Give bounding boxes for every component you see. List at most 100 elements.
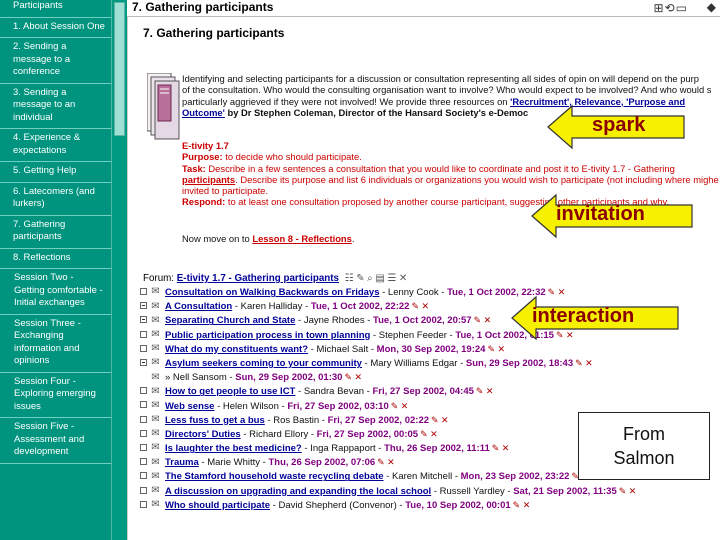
sidebar-item-experience[interactable]: 4. Experience & expectations <box>0 129 111 162</box>
thread-title-link[interactable]: Public participation process in town pla… <box>165 330 370 341</box>
expand-toggle-icon[interactable] <box>140 486 147 494</box>
expand-toggle-icon[interactable] <box>140 387 147 395</box>
sidebar-item-session-two[interactable]: Session Two - Getting comfortable - Init… <box>0 269 111 315</box>
header-title: 7. Gathering participants <box>132 0 274 14</box>
thread-row[interactable]: ✉ » Nell Sansom - Sun, 29 Sep 2002, 01:30… <box>140 370 720 384</box>
sidebar-item-about-session-one[interactable]: 1. About Session One <box>0 18 111 38</box>
thread-action-icons[interactable]: ✎ ✕ <box>575 358 593 368</box>
thread-author: - Michael Salt - <box>308 343 377 355</box>
forum-tools-icons[interactable]: ☷ ✎ ⌕ ▤ ☰ ✕ <box>345 273 407 284</box>
thread-title-link[interactable]: Web sense <box>165 401 214 412</box>
thread-title-link[interactable]: Directors' Duties <box>165 429 241 440</box>
thread-action-icons[interactable]: ✎ ✕ <box>411 301 429 311</box>
thread-action-icons[interactable]: ✎ ✕ <box>377 457 395 467</box>
thread-title-link[interactable]: Less fuss to get a bus <box>165 415 265 426</box>
thread-title-link[interactable]: Asylum seekers coming to your community <box>165 358 362 369</box>
message-envelope-icon: ✉ <box>151 414 160 426</box>
forum-label: Forum: <box>143 273 175 284</box>
thread-row[interactable]: ✉ Web sense - Helen Wilson - Fri, 27 Sep … <box>140 399 720 413</box>
sidebar-item-session-five[interactable]: Session Five - Assessment and developmen… <box>0 418 111 464</box>
thread-date: Tue, 1 Oct 2002, 20:57 <box>373 315 472 327</box>
expand-toggle-icon[interactable] <box>140 316 147 324</box>
thread-title-link[interactable]: How to get people to use ICT <box>165 386 295 397</box>
intro-text: particularly aggrieved if they were not … <box>182 95 508 107</box>
thread-date: Thu, 26 Sep 2002, 07:06 <box>268 457 376 469</box>
thread-row[interactable]: ✉ A discussion on upgrading and expanding… <box>140 484 720 498</box>
sidebar-scrollbar[interactable] <box>111 0 127 540</box>
thread-action-icons[interactable]: ✎ ✕ <box>431 415 449 425</box>
message-envelope-icon: ✉ <box>151 485 160 496</box>
expand-toggle-icon[interactable] <box>140 330 147 338</box>
thread-title-link[interactable]: A discussion on upgrading and expanding … <box>165 486 431 497</box>
task-text: invited to participate. <box>182 185 268 197</box>
thread-row[interactable]: ✉ How to get people to use ICT - Sandra B… <box>140 384 720 398</box>
sidebar-item-sending-individual[interactable]: 3. Sending a message to an individual <box>0 84 111 129</box>
sidebar-item-session-four[interactable]: Session Four - Exploring emerging issues <box>0 373 111 418</box>
message-envelope-icon: ✉ <box>151 328 160 340</box>
thread-row[interactable]: ✉ Asylum seekers coming to your community… <box>140 356 720 370</box>
thread-title-link[interactable]: Is laughter the best medicine? <box>165 443 302 454</box>
thread-action-icons[interactable]: ✎ ✕ <box>420 429 438 439</box>
sidebar-item-session-three[interactable]: Session Three - Exchanging information a… <box>0 315 111 373</box>
message-envelope-icon: ✉ <box>151 286 160 298</box>
expand-toggle-icon[interactable] <box>140 302 147 310</box>
message-envelope-icon: ✉ <box>151 314 160 326</box>
thread-action-icons[interactable]: ✎ ✕ <box>474 315 492 325</box>
thread-date: Fri, 27 Sep 2002, 02:22 <box>327 414 430 426</box>
thread-date: Sun, 29 Sep 2002, 01:30 <box>235 372 343 384</box>
thread-date: Mon, 23 Sep 2002, 23:22 <box>460 471 570 483</box>
thread-action-icons[interactable]: ✎ ✕ <box>487 344 505 354</box>
sidebar-item-reflections[interactable]: 8. Reflections <box>0 249 111 269</box>
thread-action-icons[interactable]: ✎ ✕ <box>492 443 510 453</box>
thread-title-link[interactable]: What do my constituents want? <box>165 344 308 355</box>
expand-toggle-icon[interactable] <box>140 444 147 452</box>
resource-link-outcome[interactable]: Outcome' <box>182 107 225 118</box>
thread-author: - Ros Bastin - <box>264 414 328 426</box>
top-header: 7. Gathering participants ⊞⟲▭ ◆ <box>127 0 720 17</box>
task-etivity-link[interactable]: participants <box>182 174 235 185</box>
message-envelope-icon: ✉ <box>151 385 160 397</box>
forum-link[interactable]: E-tivity 1.7 - Gathering participants <box>177 273 339 284</box>
thread-action-icons[interactable]: ✎ ✕ <box>391 401 409 411</box>
thread-action-icons[interactable]: ✎ ✕ <box>476 386 494 396</box>
sidebar-item-participants[interactable]: Participants <box>0 0 111 18</box>
intro-byline: by Dr Stephen Coleman, Director of the H… <box>227 106 529 118</box>
page-title: 7. Gathering participants <box>143 26 285 40</box>
thread-action-icons[interactable]: ✎ ✕ <box>344 372 362 382</box>
message-envelope-icon: ✉ <box>151 399 160 411</box>
message-envelope-icon: ✉ <box>151 428 160 440</box>
message-envelope-icon: ✉ <box>151 456 160 468</box>
forum-header: Forum: E-tivity 1.7 - Gathering particip… <box>143 273 407 284</box>
thread-author: » Nell Sansom - <box>165 372 236 384</box>
expand-toggle-icon[interactable] <box>140 415 147 423</box>
thread-title-link[interactable]: Trauma <box>165 457 199 468</box>
expand-toggle-icon[interactable] <box>140 401 147 409</box>
thread-title-link[interactable]: Separating Church and State <box>165 315 295 326</box>
intro-line: Identifying and selecting participants f… <box>182 73 699 84</box>
thread-title-link[interactable]: A Consultation <box>165 301 232 312</box>
sidebar-item-sending-conference[interactable]: 2. Sending a message to a conference <box>0 38 111 84</box>
header-corner-icon[interactable]: ◆ <box>707 0 716 14</box>
sidebar-item-gathering-participants[interactable]: 7. Gathering participants <box>0 216 111 249</box>
lesson-8-link[interactable]: Lesson 8 - Reflections <box>252 233 352 244</box>
thread-title-link[interactable]: Consultation on Walking Backwards on Fri… <box>165 287 379 298</box>
expand-toggle-icon[interactable] <box>140 458 147 466</box>
sidebar-item-latecomers[interactable]: 6. Latecomers (and lurkers) <box>0 183 111 216</box>
etivity-heading: E-tivity 1.7 <box>182 140 229 151</box>
expand-toggle-icon[interactable] <box>140 500 147 508</box>
sidebar-item-getting-help[interactable]: 5. Getting Help <box>0 162 111 183</box>
thread-action-icons[interactable]: ✎ ✕ <box>513 500 531 510</box>
scrollbar-thumb[interactable] <box>114 2 125 136</box>
thread-action-icons[interactable]: ✎ ✕ <box>619 486 637 496</box>
thread-title-link[interactable]: Who should participate <box>165 500 270 511</box>
expand-toggle-icon[interactable] <box>140 429 147 437</box>
expand-toggle-icon[interactable] <box>140 344 147 352</box>
thread-title-link[interactable]: The Stamford household waste recycling d… <box>165 471 384 482</box>
expand-toggle-icon[interactable] <box>140 472 147 480</box>
expand-toggle-icon[interactable] <box>140 358 147 366</box>
attribution-line: Salmon <box>613 448 675 468</box>
thread-row[interactable]: ✉ Who should participate - David Shepherd… <box>140 498 720 512</box>
thread-row[interactable]: ✉ What do my constituents want? - Michael… <box>140 342 720 356</box>
expand-toggle-icon[interactable] <box>140 287 147 295</box>
header-tool-icons[interactable]: ⊞⟲▭ <box>654 1 688 15</box>
